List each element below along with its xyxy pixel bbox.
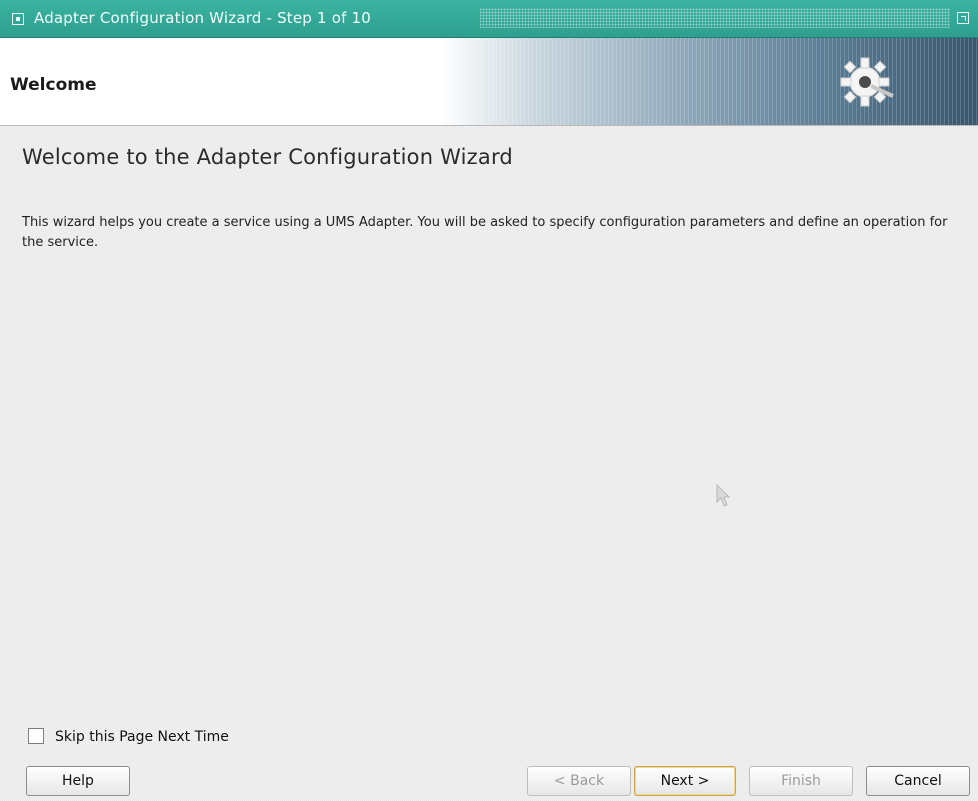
cancel-button[interactable]: Cancel xyxy=(866,766,970,796)
help-button[interactable]: Help xyxy=(26,766,130,796)
mouse-pointer-icon xyxy=(716,484,730,507)
welcome-heading: Welcome to the Adapter Configuration Wiz… xyxy=(22,145,513,169)
title-bar-texture xyxy=(480,8,950,28)
title-bar[interactable]: Adapter Configuration Wizard - Step 1 of… xyxy=(0,0,978,38)
next-button[interactable]: Next > xyxy=(634,766,736,796)
back-button[interactable]: < Back xyxy=(527,766,631,796)
page-title: Welcome xyxy=(10,75,97,95)
finish-button[interactable]: Finish xyxy=(749,766,853,796)
wizard-header: Welcome xyxy=(0,38,978,126)
skip-page-checkbox[interactable] xyxy=(28,728,44,744)
welcome-description: This wizard helps you create a service u… xyxy=(22,215,948,250)
skip-page-label[interactable]: Skip this Page Next Time xyxy=(55,729,229,745)
gear-plug-icon xyxy=(840,57,894,107)
wizard-window: Adapter Configuration Wizard - Step 1 of… xyxy=(0,0,978,801)
window-menu-icon[interactable] xyxy=(12,13,24,25)
header-banner-image xyxy=(440,38,978,125)
maximize-icon[interactable] xyxy=(957,12,969,24)
window-title: Adapter Configuration Wizard - Step 1 of… xyxy=(34,9,372,27)
